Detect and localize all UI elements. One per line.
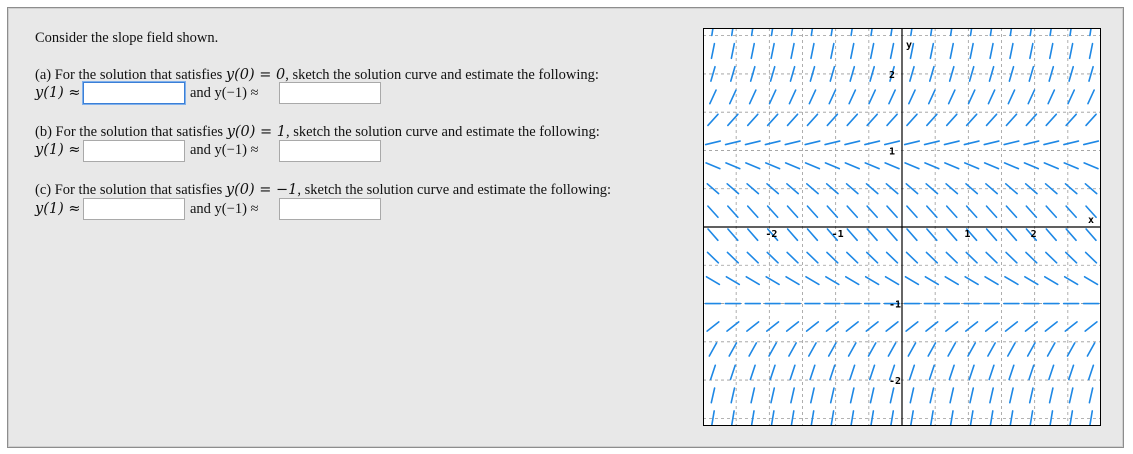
part-b-y1-label: y(1) ≈ — [35, 142, 81, 158]
part-c-yneg1-input[interactable] — [279, 198, 381, 220]
intro-text: Consider the slope field shown. — [35, 30, 219, 46]
part-c-y1-input[interactable] — [83, 198, 185, 220]
part-a-y1-label: y(1) ≈ — [35, 85, 81, 101]
part-b-yneg1-label: and y(−1) ≈ — [190, 142, 259, 158]
y-tick-label: -2 — [889, 376, 901, 387]
x-tick-label: 1 — [964, 229, 970, 240]
part-a-yneg1-label: and y(−1) ≈ — [190, 85, 259, 101]
part-a-y1-input[interactable] — [83, 82, 185, 104]
part-b-condition: y(0) = 1 — [226, 124, 287, 140]
x-axis-label: x — [1088, 215, 1094, 226]
slope-field-graph[interactable]: x y -2 -1 1 2 2 1 -1 -2 — [703, 28, 1101, 426]
x-tick-label: 2 — [1031, 229, 1037, 240]
part-c-yneg1-label: and y(−1) ≈ — [190, 201, 259, 217]
y-axis-label: y — [906, 40, 912, 51]
y-tick-label: 1 — [889, 146, 895, 157]
part-a-condition: y(0) = 0 — [225, 67, 286, 83]
part-a-yneg1-input[interactable] — [279, 82, 381, 104]
y-tick-label: 2 — [889, 70, 895, 81]
part-c-prompt: (c) For the solution that satisfies y(0)… — [35, 182, 612, 198]
y-tick-label: -1 — [889, 300, 901, 311]
part-b-prompt: (b) For the solution that satisfies y(0)… — [35, 124, 600, 140]
part-c-condition: y(0) = −1 — [225, 182, 298, 198]
part-b-y1-input[interactable] — [83, 140, 185, 162]
x-tick-label: -1 — [832, 229, 844, 240]
x-tick-label: -2 — [765, 229, 777, 240]
part-b-yneg1-input[interactable] — [279, 140, 381, 162]
part-c-y1-label: y(1) ≈ — [35, 201, 81, 217]
